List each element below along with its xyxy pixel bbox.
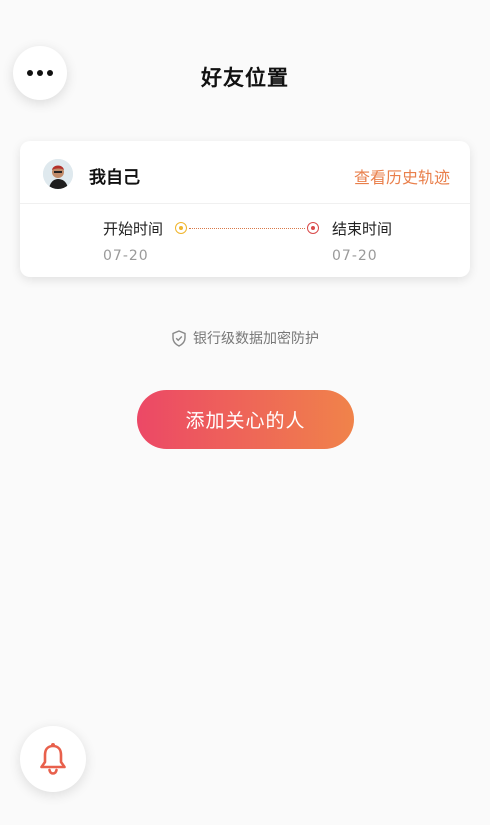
add-contact-label: 添加关心的人: [185, 410, 306, 432]
start-time-value[interactable]: 07-20: [103, 248, 149, 264]
end-point-icon: [307, 222, 319, 234]
app-screen: 好友位置 我自己 查看历史轨迹 开始时间 07-20 结束时间 07-20 银行…: [0, 0, 490, 825]
user-name: 我自己: [89, 168, 140, 188]
add-contact-button[interactable]: 添加关心的人: [137, 390, 354, 449]
end-time-value[interactable]: 07-20: [332, 248, 378, 264]
bell-icon: [40, 743, 66, 775]
security-note: 银行级数据加密防护: [0, 328, 490, 348]
time-range-line: [189, 228, 305, 229]
start-point-icon: [175, 222, 187, 234]
view-history-link[interactable]: 查看历史轨迹: [354, 164, 450, 188]
alert-button[interactable]: [20, 726, 86, 792]
page-title: 好友位置: [201, 66, 289, 90]
avatar[interactable]: [43, 159, 73, 189]
location-card: 我自己 查看历史轨迹 开始时间 07-20 结束时间 07-20: [20, 141, 470, 277]
bottom-edge: [0, 819, 490, 825]
start-time-label: 开始时间: [103, 220, 164, 238]
end-time-label: 结束时间: [332, 220, 393, 238]
shield-check-icon: [172, 329, 186, 347]
avatar-image: [43, 159, 73, 189]
card-header: 我自己 查看历史轨迹: [20, 141, 470, 204]
security-text: 银行级数据加密防护: [193, 331, 319, 347]
